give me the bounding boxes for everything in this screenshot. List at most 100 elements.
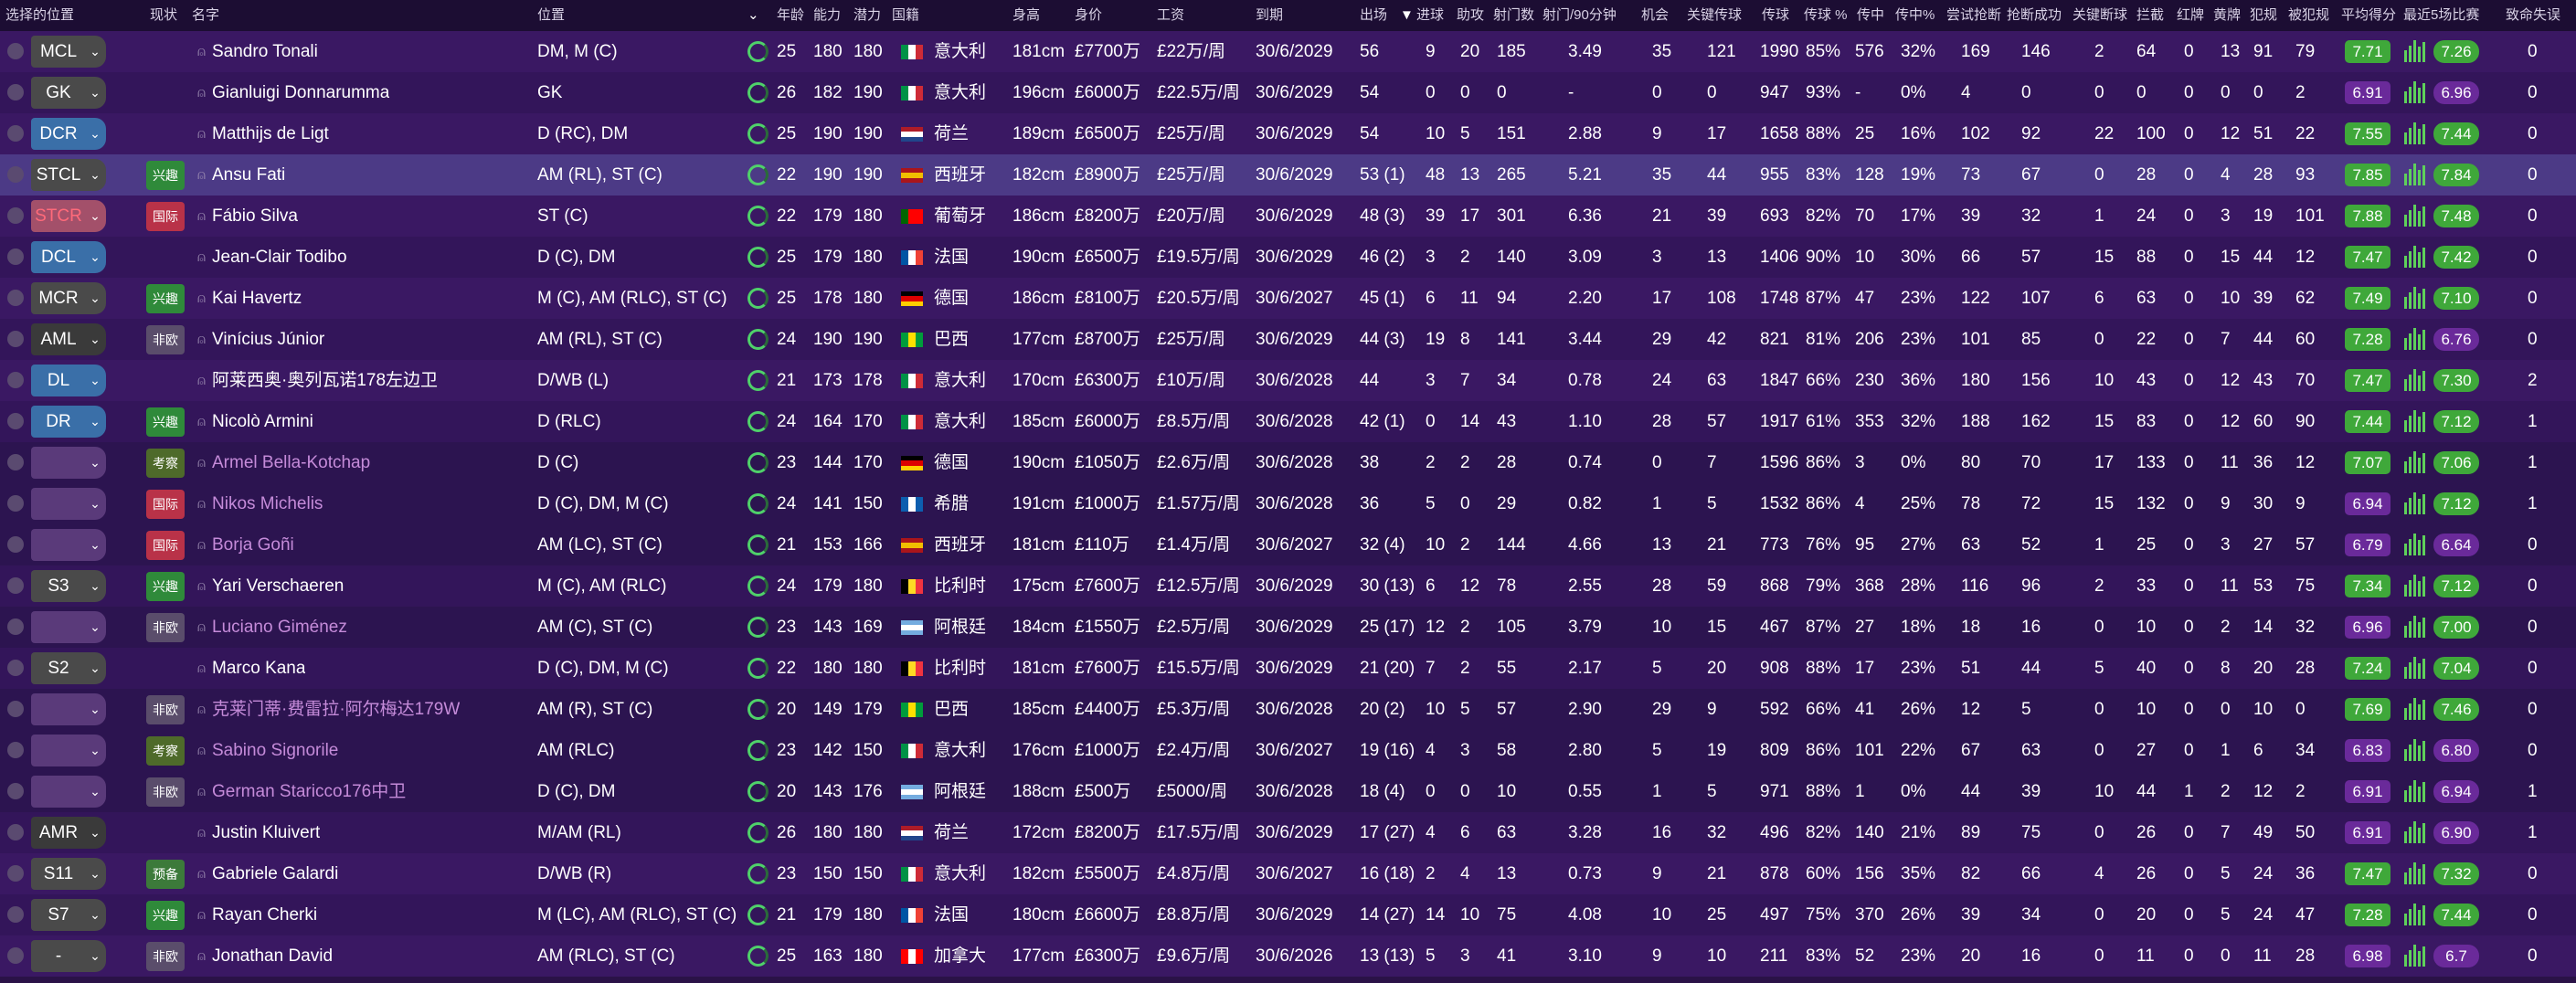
table-row[interactable]: ⌄ 非欧 ⍝ Luciano Giménez AM (C), ST (C) 23 143 16… bbox=[0, 607, 2576, 648]
header-goals[interactable]: 进球 bbox=[1416, 0, 1444, 31]
row-select-checkbox[interactable] bbox=[7, 125, 24, 142]
player-name[interactable]: Fábio Silva bbox=[212, 196, 298, 237]
status-badge[interactable]: 兴趣 bbox=[146, 572, 185, 601]
status-badge[interactable]: 兴趣 bbox=[146, 161, 185, 190]
header-tackles-won[interactable]: 抢断成功 bbox=[2007, 0, 2062, 31]
chevron-down-icon[interactable]: ⌄ bbox=[84, 365, 106, 396]
position-selector[interactable]: ⌄ bbox=[31, 735, 106, 766]
chevron-down-icon[interactable]: ⌄ bbox=[84, 940, 106, 972]
player-name[interactable]: Sandro Tonali bbox=[212, 31, 318, 72]
table-row[interactable]: STCL ⌄ 兴趣 ⍝ Ansu Fati AM (RL), ST (C) 22 190 190… bbox=[0, 154, 2576, 196]
table-row[interactable]: ⌄ 非欧 ⍝ German Staricco176中卫 D (C), DM 20 143 17… bbox=[0, 771, 2576, 812]
table-row[interactable]: S7 ⌄ 兴趣 ⍝ Rayan Cherki M (LC), AM (RLC), ST (… bbox=[0, 894, 2576, 935]
header-crosspct[interactable]: 传中% bbox=[1895, 0, 1935, 31]
position-selector[interactable]: ⌄ bbox=[31, 776, 106, 808]
header-height[interactable]: 身高 bbox=[1012, 0, 1040, 31]
table-row[interactable]: AML ⌄ 非欧 ⍝ Vinícius Júnior AM (RL), ST (C) 24 1… bbox=[0, 319, 2576, 360]
header-value[interactable]: 身价 bbox=[1075, 0, 1102, 31]
table-row[interactable]: DL ⌄ ⍝ 阿莱西奥·奥列瓦诺178左边卫 D/WB (L) 21 173 178 意大利 17… bbox=[0, 360, 2576, 401]
header-keypass[interactable]: 关键传球 bbox=[1687, 0, 1742, 31]
chevron-down-icon[interactable]: ⌄ bbox=[84, 652, 106, 684]
position-selector[interactable]: MCL ⌄ bbox=[31, 36, 106, 68]
row-select-checkbox[interactable] bbox=[7, 947, 24, 964]
table-row[interactable]: ⌄ 考察 ⍝ Armel Bella-Kotchap D (C) 23 144 170 德国 19… bbox=[0, 442, 2576, 483]
position-selector[interactable]: DCR ⌄ bbox=[31, 118, 106, 150]
chevron-down-icon[interactable]: ⌄ bbox=[84, 282, 106, 314]
header-shots[interactable]: 射门数 bbox=[1493, 0, 1534, 31]
position-selector[interactable]: S3 ⌄ bbox=[31, 570, 106, 602]
player-name[interactable]: Marco Kana bbox=[212, 648, 305, 689]
player-name[interactable]: 阿莱西奥·奥列瓦诺178左边卫 bbox=[212, 360, 438, 401]
row-select-checkbox[interactable] bbox=[7, 84, 24, 100]
position-selector[interactable]: AML ⌄ bbox=[31, 323, 106, 355]
header-status[interactable]: 现状 bbox=[150, 0, 177, 31]
player-name[interactable]: Gianluigi Donnarumma bbox=[212, 72, 389, 113]
chevron-down-icon[interactable]: ⌄ bbox=[84, 776, 106, 808]
row-select-checkbox[interactable] bbox=[7, 536, 24, 553]
status-badge[interactable]: 兴趣 bbox=[146, 901, 185, 930]
chevron-down-icon[interactable]: ⌄ bbox=[84, 77, 106, 109]
chevron-down-icon[interactable]: ⌄ bbox=[84, 693, 106, 725]
position-selector[interactable]: STCR ⌄ bbox=[31, 200, 106, 232]
player-name[interactable]: Sabino Signorile bbox=[212, 730, 338, 771]
player-name[interactable]: Armel Bella-Kotchap bbox=[212, 442, 370, 483]
position-selector[interactable]: ⌄ bbox=[31, 529, 106, 561]
position-selector[interactable]: DR ⌄ bbox=[31, 406, 106, 438]
row-select-checkbox[interactable] bbox=[7, 413, 24, 429]
row-select-checkbox[interactable] bbox=[7, 660, 24, 676]
row-select-checkbox[interactable] bbox=[7, 43, 24, 59]
status-badge[interactable]: 兴趣 bbox=[146, 407, 185, 437]
row-select-checkbox[interactable] bbox=[7, 331, 24, 347]
chevron-down-icon[interactable]: ⌄ bbox=[84, 529, 106, 561]
header-red[interactable]: 红牌 bbox=[2177, 0, 2204, 31]
header-avg-rating[interactable]: 平均得分 bbox=[2341, 0, 2396, 31]
row-select-checkbox[interactable] bbox=[7, 865, 24, 882]
position-selector[interactable]: S11 ⌄ bbox=[31, 858, 106, 890]
player-name[interactable]: Yari Verschaeren bbox=[212, 565, 344, 607]
player-name[interactable]: Nicolò Armini bbox=[212, 401, 313, 442]
chevron-down-icon[interactable]: ⌄ bbox=[84, 735, 106, 766]
status-badge[interactable]: 兴趣 bbox=[146, 284, 185, 313]
table-row[interactable]: S11 ⌄ 预备 ⍝ Gabriele Galardi D/WB (R) 23 150 150 意… bbox=[0, 853, 2576, 894]
position-selector[interactable]: ⌄ bbox=[31, 488, 106, 520]
header-interceptions[interactable]: 拦截 bbox=[2136, 0, 2164, 31]
player-name[interactable]: Matthijs de Ligt bbox=[212, 113, 329, 154]
table-row[interactable]: MCL ⌄ ⍝ Sandro Tonali DM, M (C) 25 180 180 意大利 18… bbox=[0, 31, 2576, 72]
chevron-down-icon[interactable]: ⌄ bbox=[84, 200, 106, 232]
table-row[interactable]: ⌄ 国际 ⍝ Nikos Michelis D (C), DM, M (C) 24 141 1… bbox=[0, 483, 2576, 524]
chevron-down-icon[interactable]: ⌄ bbox=[84, 323, 106, 355]
player-name[interactable]: Kai Havertz bbox=[212, 278, 302, 319]
row-select-checkbox[interactable] bbox=[7, 290, 24, 306]
chevron-down-icon[interactable]: ⌄ bbox=[84, 406, 106, 438]
row-select-checkbox[interactable] bbox=[7, 372, 24, 388]
table-row[interactable]: ⌄ 国际 ⍝ Borja Goñi AM (LC), ST (C) 21 153 166 西班牙… bbox=[0, 524, 2576, 565]
status-badge[interactable]: 国际 bbox=[146, 490, 185, 519]
player-name[interactable]: Ansu Fati bbox=[212, 154, 285, 196]
status-badge[interactable]: 非欧 bbox=[146, 613, 185, 642]
header-last5[interactable]: 最近5场比赛 bbox=[2403, 0, 2479, 31]
player-name[interactable]: Borja Goñi bbox=[212, 524, 294, 565]
row-select-checkbox[interactable] bbox=[7, 824, 24, 840]
row-select-checkbox[interactable] bbox=[7, 701, 24, 717]
table-row[interactable]: DCR ⌄ ⍝ Matthijs de Ligt D (RC), DM 25 190 190 荷… bbox=[0, 113, 2576, 154]
row-select-checkbox[interactable] bbox=[7, 454, 24, 470]
sort-desc-icon[interactable]: ▼ bbox=[1400, 0, 1414, 31]
status-badge[interactable]: 国际 bbox=[146, 531, 185, 560]
position-selector[interactable]: STCL ⌄ bbox=[31, 159, 106, 191]
row-select-checkbox[interactable] bbox=[7, 166, 24, 183]
chevron-down-icon[interactable]: ⌄ bbox=[84, 817, 106, 849]
header-key-tackles[interactable]: 关键断球 bbox=[2072, 0, 2127, 31]
player-name[interactable]: 克莱门蒂·费雷拉·阿尔梅达179W bbox=[212, 689, 460, 730]
chevron-down-icon[interactable]: ⌄ bbox=[84, 159, 106, 191]
status-badge[interactable]: 非欧 bbox=[146, 325, 185, 354]
table-row[interactable]: ⌄ 考察 ⍝ Sabino Signorile AM (RLC) 23 142 150 意大利 1… bbox=[0, 730, 2576, 771]
player-name[interactable]: Jonathan David bbox=[212, 935, 333, 977]
header-nation[interactable]: 国籍 bbox=[892, 0, 919, 31]
position-selector[interactable]: S2 ⌄ bbox=[31, 652, 106, 684]
header-expires[interactable]: 到期 bbox=[1256, 0, 1283, 31]
chevron-down-icon[interactable]: ⌄ bbox=[84, 858, 106, 890]
chevron-down-icon[interactable]: ⌄ bbox=[84, 488, 106, 520]
position-selector[interactable]: ⌄ bbox=[31, 693, 106, 725]
player-name[interactable]: German Staricco176中卫 bbox=[212, 771, 406, 812]
header-shots90[interactable]: 射门/90分钟 bbox=[1542, 0, 1617, 31]
